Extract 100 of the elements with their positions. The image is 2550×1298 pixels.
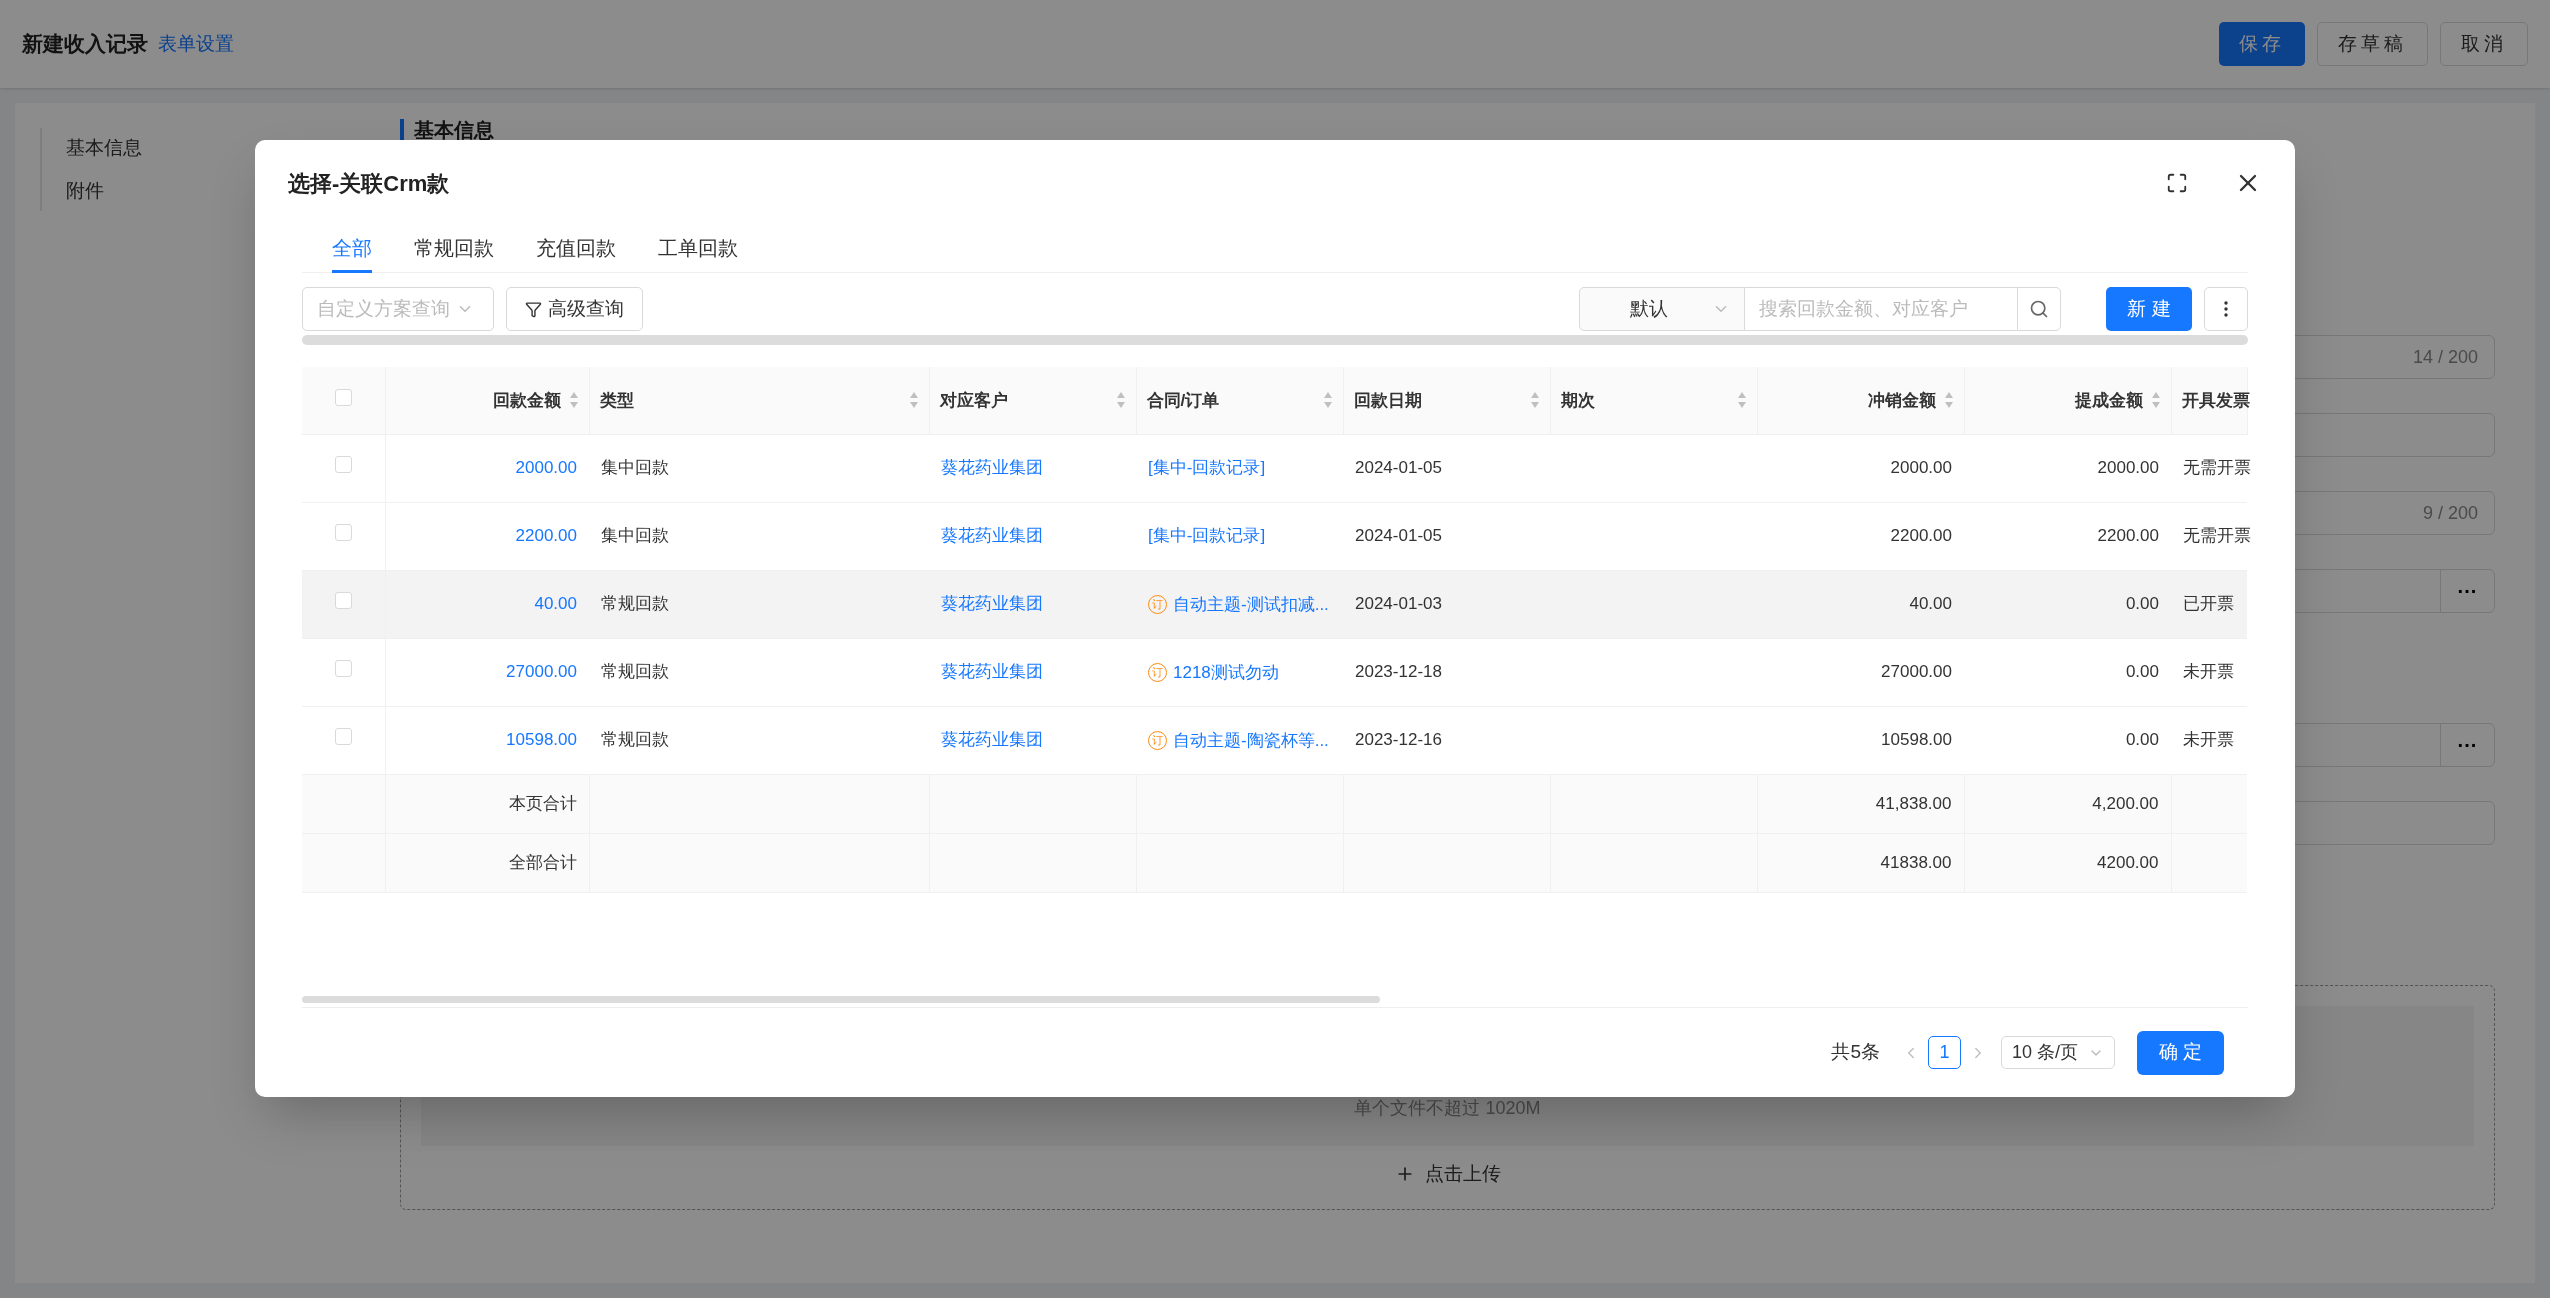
column-header: 类型 [599,389,634,412]
page-button[interactable]: 1 [1927,1036,1961,1069]
table-row[interactable]: 40.00 常规回款 葵花药业集团 订 自动主题-测试扣减... 2024-01-03 40.00 0.00 已开票 [302,570,2247,638]
tab[interactable]: 全部 [332,226,372,273]
select-value: 默认 [1630,296,1668,321]
sort-icon[interactable] [1115,391,1126,410]
table-cell: 2023-12-16 [1355,730,1442,750]
search-icon [2029,299,2049,319]
checkbox[interactable] [334,388,352,406]
table-cell: 27000.00 [1881,662,1952,682]
page-title: 新建收入记录 [22,31,148,58]
table-link[interactable]: 2200.00 [515,526,577,546]
search-button[interactable] [2017,287,2061,331]
total-value: 4200.00 [2097,852,2159,872]
dialog-title: 选择-关联Crm款 [288,169,450,198]
table-cell: 0.00 [2125,594,2159,614]
column-header: 提成金额 [2074,389,2143,412]
column-header: 期次 [1560,389,1595,412]
sort-icon[interactable] [568,391,579,410]
more-button[interactable]: ··· [2440,570,2494,612]
tab[interactable]: 充值回款 [536,226,616,273]
table-link[interactable]: 葵花药业集团 [941,730,1043,750]
table-cell: 40.00 [1909,594,1952,614]
sort-icon[interactable] [908,391,919,410]
checkbox[interactable] [334,592,352,610]
table-link[interactable]: 27000.00 [506,662,577,682]
table-cell: 2023-12-18 [1355,662,1442,682]
section-marker [400,119,404,141]
header-button[interactable]: 存草稿 [2317,22,2428,66]
tab[interactable]: 工单回款 [658,226,738,273]
total-value: 4,200.00 [2092,793,2159,813]
table-cell: 已开票 [2183,594,2234,614]
scrollbar[interactable] [302,996,1380,1003]
table-cell: 2000.00 [2097,458,2159,478]
table-link[interactable]: [集中-回款记录] [1148,458,1266,478]
tab[interactable]: 常规回款 [414,226,494,273]
table-cell: 2024-01-03 [1355,594,1442,614]
page-size-select[interactable]: 10 条/页 [2000,1036,2115,1069]
table-cell: 常规回款 [601,662,669,682]
table-cell: 2024-01-05 [1355,526,1442,546]
confirm-button[interactable]: 确 定 [2137,1030,2224,1075]
table-link[interactable]: 2000.00 [515,458,577,478]
table-cell: 集中回款 [601,458,669,478]
table-link[interactable]: 40.00 [534,594,577,614]
order-link[interactable]: 自动主题-陶瓷杯等... [1173,728,1329,754]
scrollbar[interactable] [302,335,2248,345]
column-header: 冲销金额 [1867,389,1936,412]
table-link[interactable]: 葵花药业集团 [941,526,1043,546]
more-button[interactable]: ··· [2440,724,2494,766]
column-header: 回款金额 [492,389,561,412]
select-placeholder: 自定义方案查询 [317,296,450,321]
table-cell: 2024-01-05 [1355,458,1442,478]
total-label: 本页合计 [508,793,577,813]
sort-icon[interactable] [1943,391,1954,410]
table-cell: 2000.00 [1890,458,1952,478]
sort-icon[interactable] [1322,391,1333,410]
fullscreen-icon[interactable] [2166,172,2188,194]
column-header: 开具发票 [2181,389,2250,412]
char-counter: 14 / 200 [2412,345,2478,369]
table-cell: 2200.00 [2097,526,2159,546]
sort-icon[interactable] [1736,391,1747,410]
upload-button[interactable]: 点击上传 [1394,1160,1501,1189]
more-icon[interactable] [2224,301,2228,317]
checkbox[interactable] [334,660,352,678]
table-row[interactable]: 10598.00 常规回款 葵花药业集团 订 自动主题-陶瓷杯等... 2023-12-16 10598.00 0.00 未开票 [302,706,2247,774]
table-link[interactable]: [集中-回款记录] [1148,526,1266,546]
table-link[interactable]: 葵花药业集团 [941,662,1043,682]
table-link[interactable]: 葵花药业集团 [941,458,1043,478]
checkbox[interactable] [334,456,352,474]
total-count: 共5条 [1831,1040,1880,1065]
total-value: 41838.00 [1880,852,1952,872]
table-cell: 10598.00 [1881,730,1952,750]
table-link[interactable]: 葵花药业集团 [941,594,1043,614]
checkbox[interactable] [334,524,352,542]
checkbox[interactable] [334,728,352,746]
char-counter: 9 / 200 [2422,501,2478,525]
table-row[interactable]: 27000.00 常规回款 葵花药业集团 订 1218测试勿动 2023-12-18 27000.00 0.00 未开票 [302,638,2247,706]
header-button[interactable]: 取消 [2440,22,2528,66]
order-link[interactable]: 自动主题-测试扣减... [1173,592,1329,618]
new-button[interactable]: 新 建 [2106,287,2192,331]
table-cell: 集中回款 [601,526,669,546]
advanced-search-button[interactable]: 高级查询 [506,287,643,331]
sort-icon[interactable] [1529,391,1540,410]
search-field[interactable]: 搜索回款金额、对应客户 [1745,287,2017,331]
sort-select[interactable]: 默认 [1579,287,1745,331]
select-value: 10 条/页 [2011,1041,2078,1064]
column-header: 对应客户 [939,389,1008,412]
section-title: 基本信息 [414,118,494,143]
total-label: 全部合计 [508,852,577,872]
sort-icon[interactable] [2150,391,2161,410]
table-cell: 未开票 [2183,662,2234,682]
table-cell: 0.00 [2125,662,2159,682]
form-settings-link[interactable]: 表单设置 [158,29,234,59]
table-cell: 常规回款 [601,594,669,614]
table-cell: 0.00 [2125,730,2159,750]
column-header: 回款日期 [1353,389,1422,412]
order-link[interactable]: 1218测试勿动 [1173,660,1279,686]
table-cell: 常规回款 [601,730,669,750]
table-link[interactable]: 10598.00 [506,730,577,750]
header-button[interactable]: 保存 [2219,22,2305,66]
